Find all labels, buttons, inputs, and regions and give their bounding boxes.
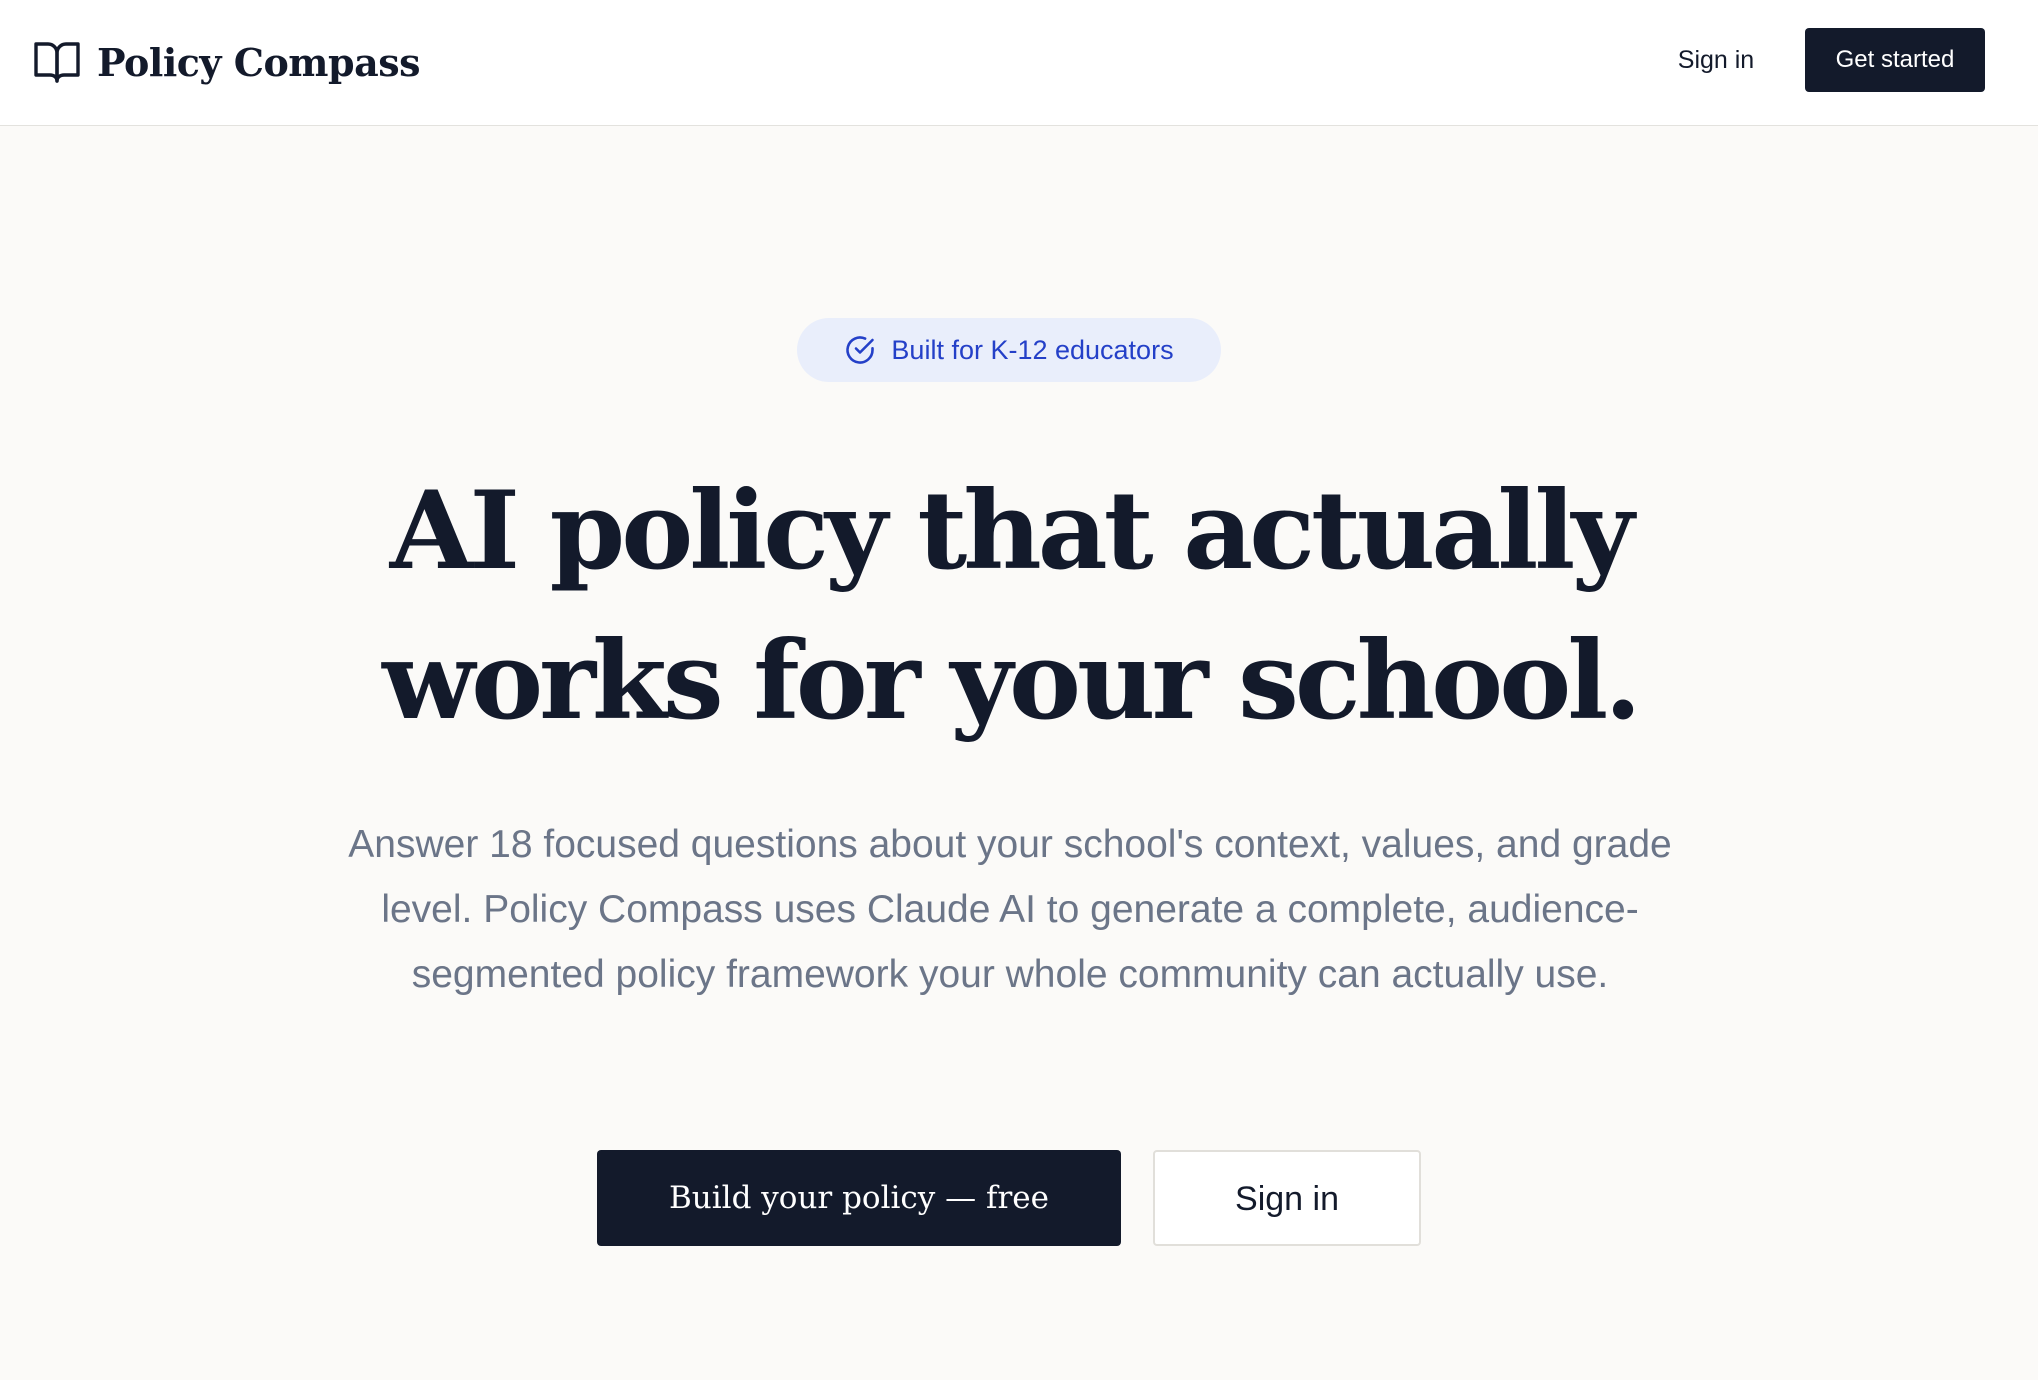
get-started-button[interactable]: Get started — [1805, 28, 1985, 92]
badge-text: Built for K-12 educators — [891, 334, 1174, 365]
open-book-icon — [34, 42, 80, 83]
headline-line-2: works for your school. — [382, 618, 1642, 744]
hero-description: Answer 18 focused questions about your s… — [348, 823, 1672, 996]
check-circle-icon — [846, 336, 875, 364]
brand-logo[interactable]: Policy Compass — [33, 34, 421, 90]
headline-line-1: AI policy that actually — [389, 468, 1634, 594]
top-navigation-bar: Policy Compass Sign in Get started — [0, 0, 2038, 126]
brand-name: Policy Compass — [97, 39, 421, 85]
hero-sign-in-button[interactable]: Sign in — [1153, 1150, 1421, 1246]
nav-sign-in-link[interactable]: Sign in — [1660, 40, 1772, 80]
build-policy-button[interactable]: Build your policy — free — [597, 1150, 1121, 1246]
hero-headline: AI policy that actually works for your s… — [0, 456, 2020, 756]
audience-badge: Built for K-12 educators — [797, 318, 1221, 382]
